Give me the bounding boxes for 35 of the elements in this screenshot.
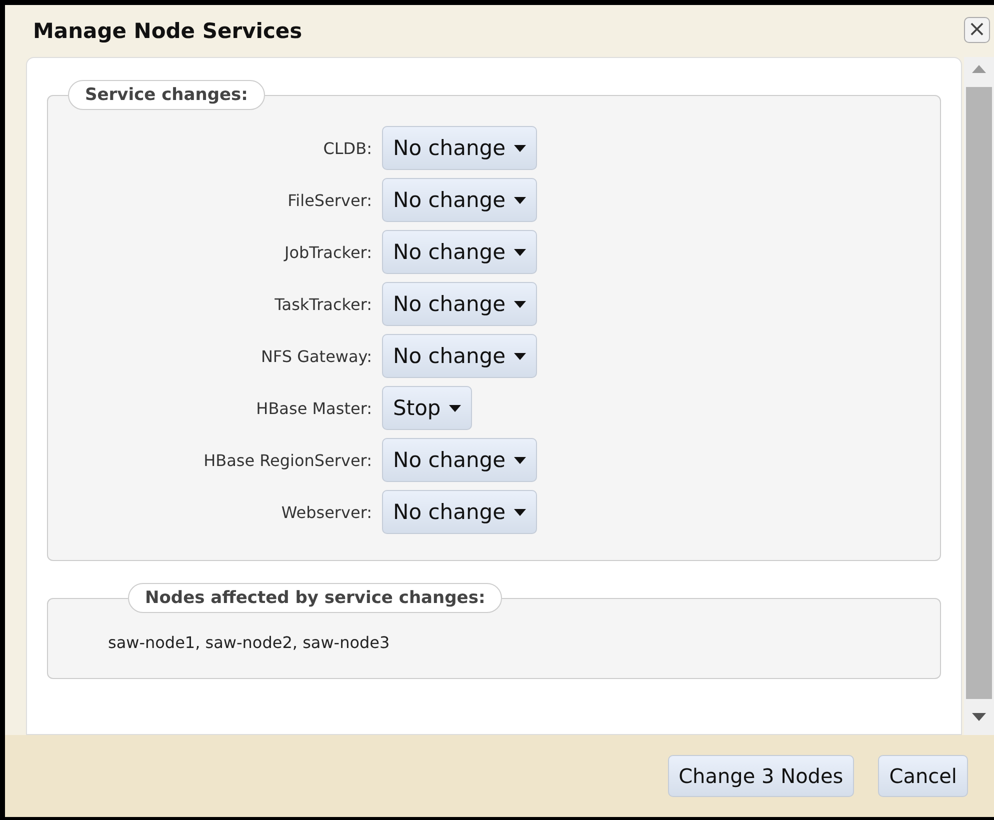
service-label: TaskTracker:	[274, 294, 372, 314]
caret-icon	[514, 196, 526, 204]
service-dropdown[interactable]: No change	[382, 282, 537, 326]
service-dropdown[interactable]: No change	[382, 490, 537, 534]
group-legend: Nodes affected by service changes:	[128, 583, 502, 613]
scroll-thumb[interactable]	[966, 87, 992, 699]
scroll-up-icon[interactable]	[972, 65, 986, 73]
service-label: JobTracker:	[282, 242, 372, 262]
service-dropdown[interactable]: No change	[382, 178, 537, 222]
caret-icon	[448, 404, 461, 412]
caret-icon	[514, 352, 526, 360]
service-label: CLDB:	[322, 138, 372, 158]
dialog-button[interactable]: Cancel	[878, 755, 968, 797]
nodes-list: saw-node1, saw-node2, saw-node3	[108, 633, 390, 652]
dialog-button[interactable]: Change 3 Nodes	[668, 755, 854, 797]
service-label: Webserver:	[280, 502, 372, 522]
window-title: Manage Node Services	[33, 19, 302, 43]
scroll-down-icon[interactable]	[972, 713, 986, 721]
caret-icon	[514, 248, 526, 256]
caret-icon	[514, 508, 526, 516]
scrollbar[interactable]	[964, 57, 994, 735]
service-dropdown[interactable]: No change	[382, 438, 537, 482]
service-dropdown[interactable]: No change	[382, 230, 537, 274]
caret-icon	[514, 144, 526, 152]
service-dropdown[interactable]: Stop	[382, 386, 472, 430]
service-dropdown[interactable]: No change	[382, 334, 537, 378]
service-label: HBase Master:	[255, 398, 372, 418]
service-label: HBase RegionServer:	[202, 450, 372, 470]
caret-icon	[514, 456, 526, 464]
caret-icon	[514, 300, 526, 308]
service-label: FileServer:	[286, 190, 372, 210]
close-button[interactable]: ×	[964, 17, 990, 43]
service-dropdown[interactable]: No change	[382, 126, 537, 170]
group-legend: Service changes:	[68, 80, 265, 110]
service-label: NFS Gateway:	[260, 346, 372, 366]
